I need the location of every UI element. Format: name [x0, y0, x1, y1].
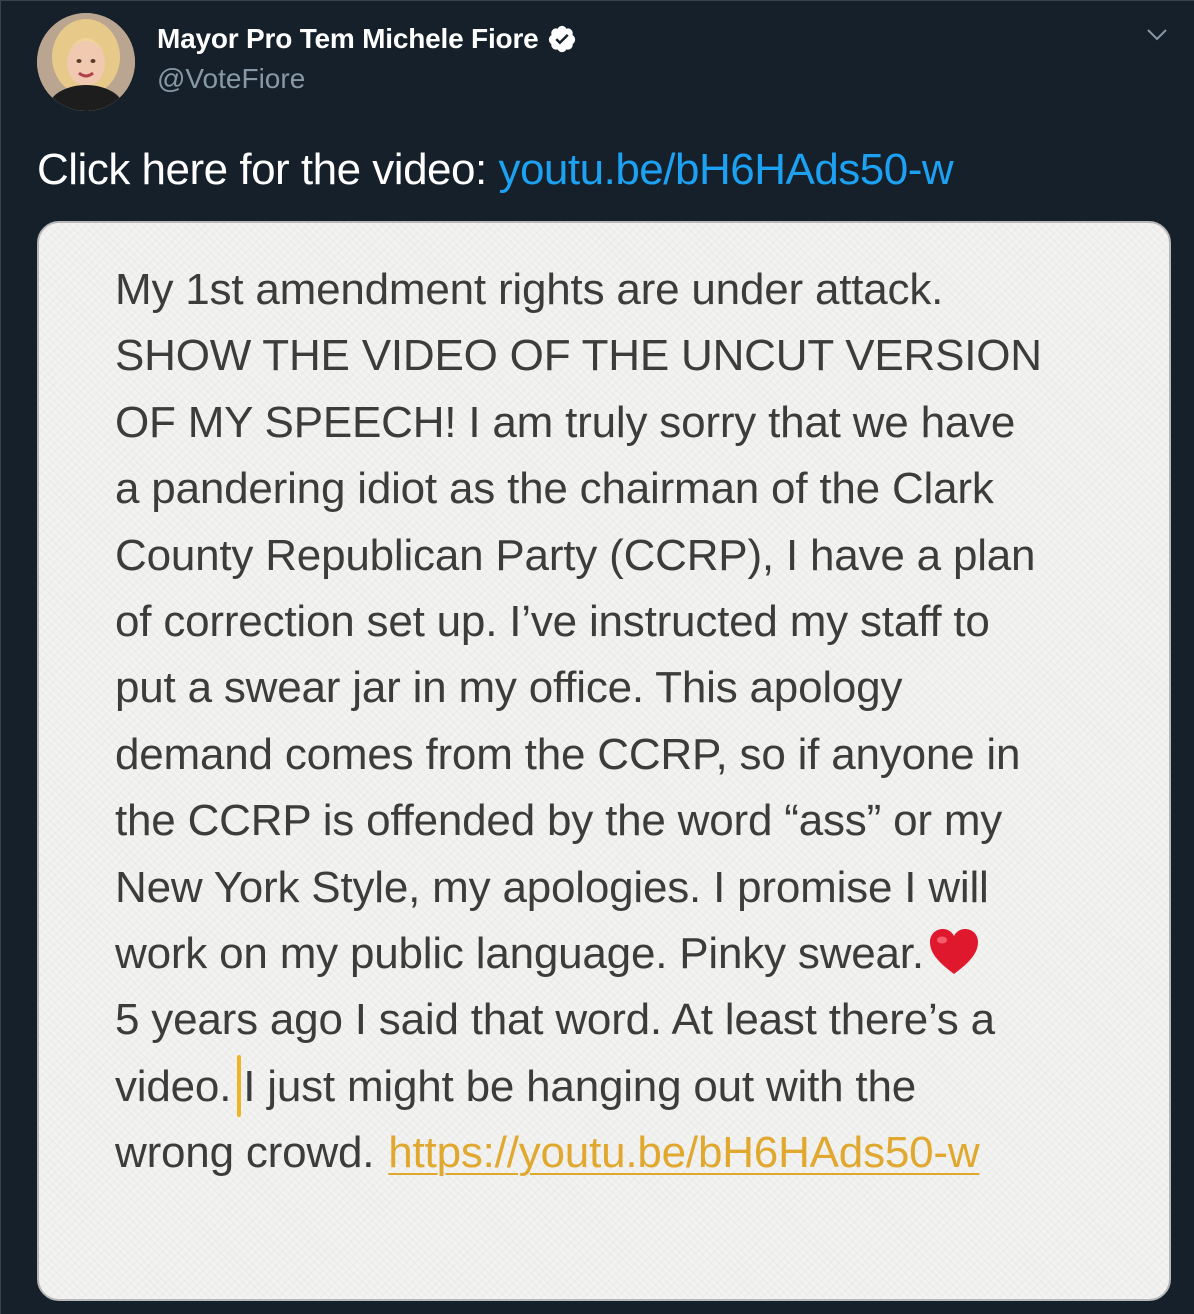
- note-line: a pandering idiot as the chairman of the…: [115, 464, 994, 514]
- chevron-down-icon[interactable]: [1146, 27, 1168, 43]
- tweet: Mayor Pro Tem Michele Fiore @VoteFiore C…: [0, 0, 1194, 1314]
- note-line: demand comes from the CCRP, so if anyone…: [115, 729, 1021, 779]
- avatar[interactable]: [37, 13, 135, 111]
- tweet-text: Click here for the video: youtu.be/bH6HA…: [37, 145, 954, 195]
- author-name-row: Mayor Pro Tem Michele Fiore: [157, 23, 577, 55]
- note-line: OF MY SPEECH! I am truly sorry that we h…: [115, 397, 1016, 447]
- note-line-text: video.: [115, 1061, 232, 1111]
- note-line: the CCRP is offended by the word “ass” o…: [115, 796, 1003, 846]
- note-line-text: work on my public language. Pinky swear.: [115, 929, 924, 979]
- note-line-with-cursor: video. I just might be hanging out with t…: [115, 1054, 1135, 1120]
- note-line: My 1st amendment rights are under attack…: [115, 265, 944, 314]
- tweet-video-link[interactable]: youtu.be/bH6HAds50-w: [498, 145, 953, 194]
- author-handle[interactable]: @VoteFiore: [157, 63, 305, 95]
- note-line: SHOW THE VIDEO OF THE UNCUT VERSION: [115, 331, 1042, 381]
- note-line: of correction set up. I’ve instructed my…: [115, 597, 990, 647]
- note-line-with-heart: work on my public language. Pinky swear.: [115, 921, 1135, 987]
- note-video-link[interactable]: https://youtu.be/bH6HAds50-w: [388, 1128, 979, 1177]
- note-text: My 1st amendment rights are under attack…: [115, 257, 1135, 1187]
- profile-photo-icon: [37, 13, 135, 111]
- note-line: New York Style, my apologies. I promise …: [115, 862, 989, 912]
- note-line: County Republican Party (CCRP), I have a…: [115, 530, 1036, 580]
- note-line: put a swear jar in my office. This apolo…: [115, 663, 903, 713]
- verified-badge-icon: [548, 25, 575, 53]
- tweet-text-prefix: Click here for the video:: [37, 145, 499, 194]
- text-cursor: [237, 1054, 242, 1117]
- note-line-text: I just might be hanging out with the: [243, 1061, 916, 1111]
- note-line-text: wrong crowd.: [115, 1128, 375, 1178]
- note-line: 5 years ago I said that word. At least t…: [115, 995, 995, 1045]
- red-heart-icon: [929, 929, 978, 975]
- note-line-with-link: wrong crowd. https://youtu.be/bH6HAds50-w: [115, 1120, 1135, 1186]
- display-name[interactable]: Mayor Pro Tem Michele Fiore: [157, 23, 539, 55]
- tweet-image-card[interactable]: My 1st amendment rights are under attack…: [37, 221, 1171, 1301]
